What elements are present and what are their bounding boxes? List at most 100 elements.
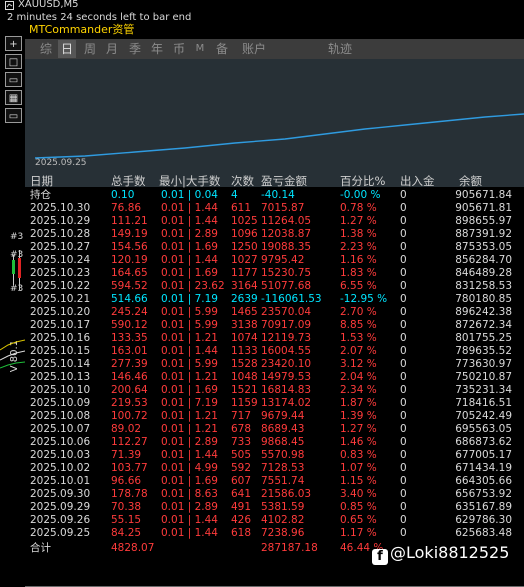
row-percent: 3.40 % (340, 488, 377, 500)
tab-account[interactable]: 账户 (239, 40, 269, 58)
row-balance: 780180.85 (455, 293, 512, 305)
table-row: 2025.10.16 133.35 0.01 | 1.21 1074 12119.73 1… (25, 332, 524, 345)
total-lots: 4828.07 (111, 542, 155, 554)
grid-button[interactable]: ▦ (5, 90, 22, 105)
window-button[interactable]: □ (5, 54, 22, 69)
row-profit: 23420.10 (261, 358, 312, 370)
row-total-lots: 149.19 (111, 228, 148, 240)
candle-bar (18, 258, 21, 278)
row-total-lots: 219.53 (111, 397, 148, 409)
row-date: 2025.09.25 (30, 527, 91, 539)
row-total-lots: 55.15 (111, 514, 142, 526)
table-row: 2025.09.30 178.78 0.01 | 8.63 641 21586.03 3.… (25, 488, 524, 501)
table-row: 2025.10.14 277.39 0.01 | 5.99 1528 23420.10 3… (25, 358, 524, 371)
row-percent: 1.38 % (340, 228, 377, 240)
header-total-lots: 总手数 (111, 174, 146, 188)
row-balance: 872672.34 (455, 319, 512, 331)
table-header-row: 日期 总手数 最小|大手数 次数 盈亏金额 百分比% 出入金 余额 (25, 173, 524, 189)
row-date: 2025.10.16 (30, 332, 91, 344)
tab-trajectory[interactable]: 轨迹 (325, 40, 355, 58)
tab-month[interactable]: 月 (103, 40, 121, 58)
restore-button[interactable]: ▭ (5, 72, 22, 87)
chart-window-icon (5, 1, 14, 10)
row-profit: 7015.87 (261, 202, 305, 214)
tab-day[interactable]: 日 (58, 40, 76, 58)
row-balance: 629786.30 (455, 514, 512, 526)
row-profit: 12119.73 (261, 332, 312, 344)
watermark-text: @Loki8812525 (390, 543, 510, 562)
row-profit: 8689.43 (261, 423, 305, 435)
row-date: 2025.10.22 (30, 280, 91, 292)
row-total-lots: 514.66 (111, 293, 148, 305)
row-min-max-lots: 0.01 | 7.19 (161, 293, 218, 305)
row-count: 3138 (231, 319, 258, 331)
row-min-max-lots: 0.01 | 1.21 (161, 332, 218, 344)
row-profit: 51077.68 (261, 280, 312, 292)
tab-currency[interactable]: 币 (170, 40, 188, 58)
social-logo-icon: f (372, 549, 388, 565)
tab-m[interactable]: M (193, 40, 207, 58)
row-balance: 789635.52 (455, 345, 512, 357)
minimize-button[interactable]: ▭ (5, 108, 22, 123)
row-min-max-lots: 0.01 | 1.21 (161, 410, 218, 422)
row-min-max-lots: 0.01 | 1.21 (161, 371, 218, 383)
row-balance: 773630.97 (455, 358, 512, 370)
row-min-max-lots: 0.01 | 1.44 (161, 527, 218, 539)
row-profit: 21586.03 (261, 488, 312, 500)
row-percent: 0.78 % (340, 202, 377, 214)
header-min-max-lots: 最小|大手数 (159, 174, 221, 188)
row-balance: 705242.49 (455, 410, 512, 422)
row-balance: 635167.89 (455, 501, 512, 513)
row-count: 491 (231, 501, 252, 513)
tab-year[interactable]: 年 (148, 40, 166, 58)
row-percent: 1.27 % (340, 423, 377, 435)
table-row: 2025.10.13 146.46 0.01 | 1.21 1048 14979.53 2… (25, 371, 524, 384)
row-date: 2025.10.10 (30, 384, 91, 396)
row-profit: 12038.87 (261, 228, 312, 240)
row-count: 1521 (231, 384, 258, 396)
row-total-lots: 164.65 (111, 267, 148, 279)
price-chart-strip[interactable]: V 80.1 #3 #3 #3 (0, 160, 25, 587)
row-min-max-lots: 0.01 | 1.21 (161, 423, 218, 435)
row-profit: 5381.59 (261, 501, 305, 513)
table-row: 2025.10.30 76.86 0.01 | 1.44 611 7015.87 0.78… (25, 202, 524, 215)
row-profit: 15230.75 (261, 267, 312, 279)
table-row: 2025.10.10 200.64 0.01 | 1.69 1521 16814.83 2… (25, 384, 524, 397)
row-balance: 686873.62 (455, 436, 512, 448)
tab-quarter[interactable]: 季 (126, 40, 144, 58)
row-total-lots: 133.35 (111, 332, 148, 344)
row-percent: 2.07 % (340, 345, 377, 357)
row-min-max-lots: 0.01 | 1.69 (161, 241, 218, 253)
row-profit: 11264.05 (261, 215, 312, 227)
equity-curve-line (34, 113, 524, 159)
row-balance: 750210.87 (455, 371, 512, 383)
row-count: 426 (231, 514, 252, 526)
row-count: 1027 (231, 254, 258, 266)
row-count: 641 (231, 488, 252, 500)
row-total-lots: 96.66 (111, 475, 142, 487)
table-row: 2025.10.17 590.12 0.01 | 5.99 3138 70917.09 8… (25, 319, 524, 332)
row-date: 2025.10.17 (30, 319, 91, 331)
row-count: 1177 (231, 267, 258, 279)
holding-percent: -0.00 % (340, 189, 381, 201)
row-min-max-lots: 0.01 | 5.99 (161, 319, 218, 331)
row-count: 717 (231, 410, 252, 422)
row-balance: 898655.97 (455, 215, 512, 227)
row-date: 2025.10.02 (30, 462, 91, 474)
row-date: 2025.10.03 (30, 449, 91, 461)
holding-row: 持仓 0.10 0.01 | 0.04 4 -40.14 -0.00 % 0 9… (25, 189, 524, 202)
row-min-max-lots: 0.01 | 23.62 (161, 280, 225, 292)
crosshair-button[interactable]: + (5, 36, 22, 51)
row-total-lots: 112.27 (111, 436, 148, 448)
tab-week[interactable]: 周 (81, 40, 99, 58)
table-row: 2025.09.29 70.38 0.01 | 2.89 491 5381.59 0.85… (25, 501, 524, 514)
row-profit: 7238.96 (261, 527, 305, 539)
total-label: 合计 (30, 542, 51, 554)
tab-overview[interactable]: 综 (37, 40, 55, 58)
row-balance: 887391.92 (455, 228, 512, 240)
row-total-lots: 200.64 (111, 384, 148, 396)
row-date: 2025.09.29 (30, 501, 91, 513)
order-marker: #3 (10, 250, 24, 260)
row-count: 678 (231, 423, 252, 435)
tab-backup[interactable]: 备 (213, 40, 231, 58)
